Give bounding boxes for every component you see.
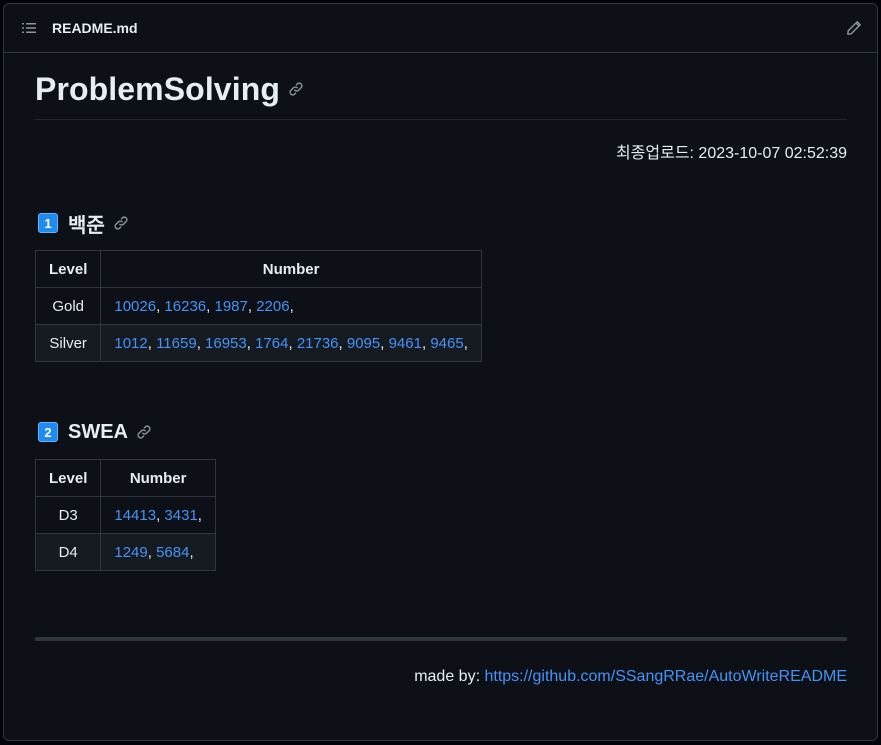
column-header: Level bbox=[34, 250, 102, 288]
problems-table: Level Number D3 14413, 3431, D4 1249, 5684, bbox=[34, 459, 216, 571]
problem-link[interactable]: 14413 bbox=[114, 507, 156, 524]
section-heading: SWEA bbox=[68, 420, 128, 443]
level-cell: D4 bbox=[34, 533, 102, 571]
number-cell: 1012, 11659, 16953, 1764, 21736, 9095, 9… bbox=[100, 324, 482, 362]
readme-section: 1 백준 Level Number Gold 10026, 16236, 1987, 22… bbox=[34, 209, 847, 362]
problem-link[interactable]: 9465 bbox=[430, 335, 463, 352]
readme-panel: README.md ProblemSolving 최종업로드: 2023-10-… bbox=[3, 3, 878, 741]
level-cell: Silver bbox=[34, 324, 102, 362]
column-header: Number bbox=[100, 459, 216, 497]
toc-button[interactable] bbox=[20, 19, 38, 37]
problem-link[interactable]: 11659 bbox=[156, 335, 197, 352]
problem-link[interactable]: 1249 bbox=[114, 544, 147, 561]
readme-section: 2 SWEA Level Number D3 14413, 3431, D4 1249, 56… bbox=[34, 418, 847, 571]
problem-link[interactable]: 1012 bbox=[114, 335, 147, 352]
list-unordered-icon bbox=[22, 23, 36, 33]
number-cell: 10026, 16236, 1987, 2206, bbox=[100, 287, 482, 325]
problem-link[interactable]: 3431 bbox=[164, 507, 197, 524]
table-header-row: Level Number bbox=[34, 250, 482, 288]
edit-file-button[interactable] bbox=[845, 19, 863, 37]
readme-content: ProblemSolving 최종업로드: 2023-10-07 02:52:3… bbox=[34, 53, 847, 686]
problem-link[interactable]: 16953 bbox=[205, 335, 247, 352]
title-anchor-link[interactable] bbox=[288, 81, 304, 97]
link-icon bbox=[289, 82, 303, 96]
section-anchor-link[interactable] bbox=[113, 215, 129, 231]
column-header: Number bbox=[100, 250, 482, 288]
section-heading-row: 1 백준 bbox=[35, 209, 847, 237]
problem-link[interactable]: 10026 bbox=[114, 298, 156, 315]
footer-repo-link[interactable]: https://github.com/SSangRRae/AutoWriteRE… bbox=[484, 668, 847, 685]
horizontal-rule bbox=[35, 637, 847, 641]
problem-link[interactable]: 9461 bbox=[389, 335, 422, 352]
file-title: README.md bbox=[52, 20, 138, 36]
section-heading: 백준 bbox=[68, 214, 105, 237]
problem-link[interactable]: 16236 bbox=[164, 298, 206, 315]
table-row: D3 14413, 3431, bbox=[34, 496, 216, 534]
sections-container: 1 백준 Level Number Gold 10026, 16236, 1987, 22… bbox=[34, 209, 847, 571]
table-row: Gold 10026, 16236, 1987, 2206, bbox=[34, 287, 482, 325]
table-row: Silver 1012, 11659, 16953, 1764, 21736, 9… bbox=[34, 324, 482, 362]
problems-table: Level Number Gold 10026, 16236, 1987, 2206,… bbox=[34, 250, 482, 362]
number-badge-icon: 1 bbox=[38, 213, 58, 233]
readme-title-row: ProblemSolving bbox=[35, 53, 847, 120]
section-heading-row: 2 SWEA bbox=[35, 418, 847, 446]
problem-link[interactable]: 2206 bbox=[256, 298, 289, 315]
problem-link[interactable]: 5684 bbox=[156, 544, 189, 561]
problem-link[interactable]: 1764 bbox=[255, 335, 288, 352]
footer-label: made by: bbox=[414, 668, 485, 685]
last-updated: 최종업로드: 2023-10-07 02:52:39 bbox=[615, 145, 847, 162]
link-icon bbox=[114, 216, 128, 230]
problem-link[interactable]: 21736 bbox=[297, 335, 339, 352]
section-anchor-link[interactable] bbox=[136, 424, 152, 440]
level-cell: Gold bbox=[34, 287, 102, 325]
number-cell: 1249, 5684, bbox=[100, 533, 216, 571]
level-cell: D3 bbox=[34, 496, 102, 534]
number-badge-icon: 2 bbox=[38, 422, 58, 442]
problem-link[interactable]: 9095 bbox=[347, 335, 380, 352]
problem-link[interactable]: 1987 bbox=[214, 298, 247, 315]
table-row: D4 1249, 5684, bbox=[34, 533, 216, 571]
pencil-icon bbox=[847, 21, 861, 35]
link-icon bbox=[137, 425, 151, 439]
file-header: README.md bbox=[4, 4, 877, 53]
readme-title: ProblemSolving bbox=[35, 70, 280, 107]
column-header: Level bbox=[34, 459, 102, 497]
table-header-row: Level Number bbox=[34, 459, 216, 497]
footer-credit: made by: https://github.com/SSangRRae/Au… bbox=[35, 668, 847, 686]
number-cell: 14413, 3431, bbox=[100, 496, 216, 534]
